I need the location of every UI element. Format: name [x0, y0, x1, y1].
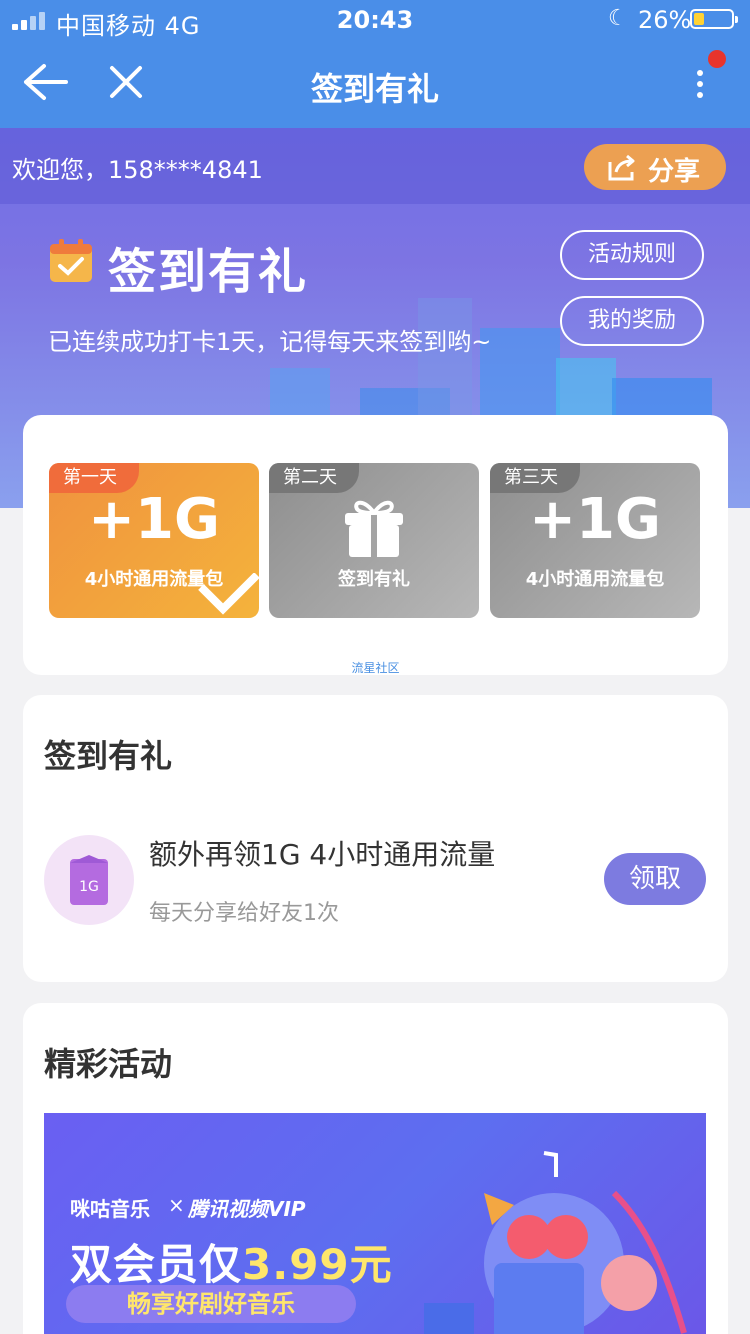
claim-button[interactable]: 领取 [604, 853, 706, 905]
hero-subtitle: 已连续成功打卡1天，记得每天来签到哟~ [48, 328, 492, 356]
rules-button[interactable]: 活动规则 [560, 230, 704, 280]
times-icon: × [168, 1193, 185, 1217]
page-title: 签到有礼 [310, 70, 439, 108]
hero-title: 签到有礼 [108, 244, 309, 300]
status-bar: 中国移动 4G 20:43 ☾ 26% [0, 0, 750, 40]
checkin-day-2[interactable]: 第二天 签到有礼 [269, 463, 479, 618]
share-button[interactable]: 分享 [584, 144, 726, 190]
data-package-icon: 1G [44, 835, 134, 925]
community-link[interactable]: 流星社区 [23, 659, 728, 676]
checkin-card: 第一天 +1G 4小时通用流量包 第二天 签到有礼 第三天 +1G 4小时通用流… [23, 415, 728, 675]
brand-migu: 咪咕音乐 [70, 1197, 150, 1221]
battery-percent: 26% [638, 6, 692, 34]
headline-price: 3.99元 [242, 1240, 393, 1289]
share-icon [608, 154, 635, 181]
reward-amount: +1G [529, 487, 661, 552]
more-menu-icon[interactable] [684, 62, 714, 106]
banner-headline: 双会员仅3.99元 [70, 1231, 393, 1292]
notification-dot [708, 50, 726, 68]
section-title: 精彩活动 [44, 1045, 173, 1083]
gift-icon [345, 500, 403, 557]
share-label: 分享 [648, 157, 701, 187]
promo-banner[interactable]: 咪咕音乐 × 腾讯视频VIP 双会员仅3.99元 畅享好剧好音乐 [44, 1113, 706, 1334]
battery-icon [690, 9, 738, 29]
reward-desc: 4小时通用流量包 [525, 569, 665, 590]
nav-bar: 签到有礼 [0, 40, 750, 128]
section-title: 签到有礼 [44, 737, 173, 775]
day-tag: 第二天 [269, 463, 359, 493]
banner-illustration [424, 1151, 687, 1334]
my-rewards-button[interactable]: 我的奖励 [560, 296, 704, 346]
banner-tagline: 畅享好剧好音乐 [66, 1285, 356, 1323]
checkmark-icon [198, 573, 259, 615]
task-card: 签到有礼 1G 额外再领1G 4小时通用流量 每天分享给好友1次 领取 [23, 695, 728, 982]
calendar-check-icon [50, 239, 92, 282]
headline-prefix: 双会员仅 [70, 1240, 243, 1289]
moon-icon: ☾ [608, 6, 628, 31]
checkin-day-3[interactable]: 第三天 +1G 4小时通用流量包 [490, 463, 700, 618]
welcome-text: 欢迎您，158****4841 [12, 156, 263, 184]
reward-amount: +1G [88, 487, 220, 552]
brand-tencent: 腾讯视频VIP [188, 1197, 306, 1221]
package-label: 1G [79, 879, 99, 895]
reward-desc: 签到有礼 [338, 569, 410, 590]
activities-card: 精彩活动 咪咕音乐 × 腾讯视频VIP 双会员仅3.99元 畅享好剧好音乐 [23, 1003, 728, 1334]
task-subtitle: 每天分享给好友1次 [149, 901, 339, 926]
task-title: 额外再领1G 4小时通用流量 [149, 838, 496, 871]
checkin-day-1[interactable]: 第一天 +1G 4小时通用流量包 [49, 463, 259, 618]
